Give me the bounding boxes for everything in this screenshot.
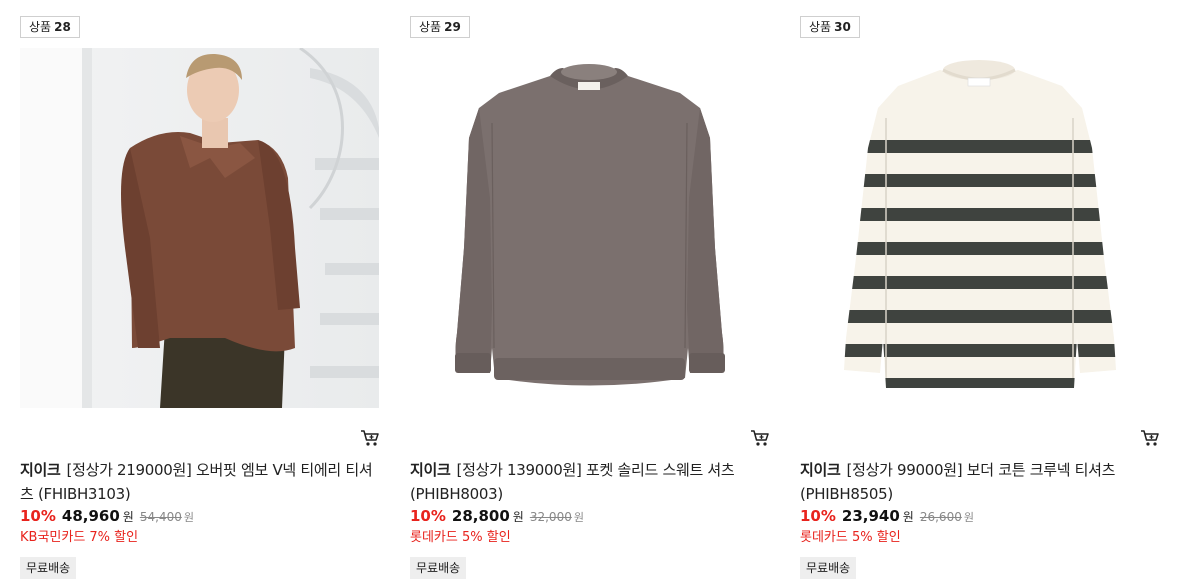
price-row: 10% 28,800 원 32,000 원 — [410, 507, 770, 525]
striped-tshirt-photo — [800, 48, 1159, 408]
price-unit: 원 — [122, 510, 134, 524]
discount-rate: 10% — [20, 507, 56, 525]
discount-rate: 10% — [410, 507, 446, 525]
badge-number: 28 — [54, 20, 71, 34]
card-discount-promo: KB국민카드 7% 할인 — [20, 530, 139, 545]
product-title[interactable]: 지이크 [정상가 99000원] 보더 코튼 크루넥 티셔츠 (PHIBH8505… — [800, 458, 1160, 506]
product-name: [정상가 99000원] 보더 코튼 크루넥 티셔츠 (PHIBH8505) — [800, 461, 1116, 503]
badge-number: 30 — [834, 20, 851, 34]
product-title[interactable]: 지이크 [정상가 219000원] 오버핏 엠보 V넥 티에리 티셔츠 (FHIB… — [20, 458, 380, 506]
product-number-badge: 상품 30 — [800, 16, 860, 38]
free-shipping-tag: 무료배송 — [800, 557, 857, 579]
price-unit: 원 — [902, 510, 914, 524]
card-discount-promo: 롯데카드 5% 할인 — [410, 530, 511, 545]
product-image[interactable] — [410, 48, 769, 408]
product-grid: 상품 28 지이크 [정상가 219000원] 오버핏 엠보 V넥 티에리 티셔… — [0, 0, 1180, 579]
add-to-cart-icon[interactable] — [360, 429, 380, 447]
product-card[interactable]: 상품 28 지이크 [정상가 219000원] 오버핏 엠보 V넥 티에리 티셔… — [20, 0, 380, 579]
product-number-badge: 상품 29 — [410, 16, 470, 38]
product-card[interactable]: 상품 30 지이크 [정상가 99000원] 보더 코튼 크루넥 티셔츠 (PH… — [800, 0, 1160, 579]
price-row: 10% 48,960 원 54,400 원 — [20, 507, 380, 525]
product-image[interactable] — [20, 48, 379, 408]
original-price-unit: 원 — [183, 511, 194, 524]
model-brown-polo-photo — [20, 48, 379, 408]
original-price-unit: 원 — [573, 511, 584, 524]
original-price: 32,000 — [529, 510, 572, 524]
badge-prefix: 상품 — [419, 20, 442, 34]
brand-name: 지이크 — [20, 461, 61, 479]
badge-prefix: 상품 — [29, 20, 52, 34]
free-shipping-tag: 무료배송 — [20, 557, 77, 579]
product-name: [정상가 139000원] 포켓 솔리드 스웨트 셔츠 (PHIBH8003) — [410, 461, 735, 503]
original-price: 54,400 — [139, 510, 182, 524]
product-title[interactable]: 지이크 [정상가 139000원] 포켓 솔리드 스웨트 셔츠 (PHIBH800… — [410, 458, 770, 506]
grey-sweatshirt-photo — [410, 48, 769, 408]
brand-name: 지이크 — [410, 461, 451, 479]
discount-rate: 10% — [800, 507, 836, 525]
sale-price: 23,940 — [841, 507, 900, 525]
sale-price: 48,960 — [61, 507, 120, 525]
add-to-cart-icon[interactable] — [750, 429, 770, 447]
badge-prefix: 상품 — [809, 20, 832, 34]
product-name: [정상가 219000원] 오버핏 엠보 V넥 티에리 티셔츠 (FHIBH31… — [20, 461, 373, 503]
product-image[interactable] — [800, 48, 1159, 408]
original-price: 26,600 — [919, 510, 962, 524]
price-unit: 원 — [512, 510, 524, 524]
price-row: 10% 23,940 원 26,600 원 — [800, 507, 1160, 525]
card-discount-promo: 롯데카드 5% 할인 — [800, 530, 901, 545]
brand-name: 지이크 — [800, 461, 841, 479]
free-shipping-tag: 무료배송 — [410, 557, 467, 579]
add-to-cart-icon[interactable] — [1140, 429, 1160, 447]
product-card[interactable]: 상품 29 지이크 [정상가 139000원] 포켓 솔리드 스웨트 셔츠 (P… — [410, 0, 770, 579]
product-number-badge: 상품 28 — [20, 16, 80, 38]
badge-number: 29 — [444, 20, 461, 34]
original-price-unit: 원 — [963, 511, 974, 524]
sale-price: 28,800 — [451, 507, 510, 525]
